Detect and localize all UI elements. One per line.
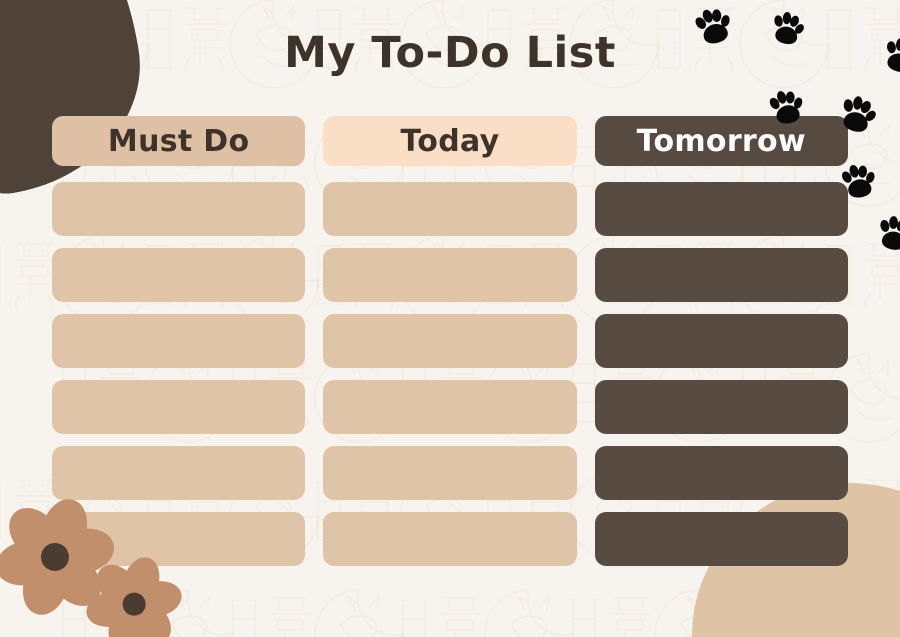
column-tomorrow: Tomorrow [594,116,848,566]
task-row[interactable] [52,248,306,302]
column-header-tomorrow[interactable]: Tomorrow [594,116,848,166]
task-row[interactable] [323,512,577,566]
flower-center [40,542,70,572]
task-row[interactable] [52,380,306,434]
todo-board: Must Do Today Tomorrow [52,116,848,566]
watermark-tile [215,560,425,637]
task-row[interactable] [594,512,848,566]
task-row[interactable] [323,446,577,500]
task-row[interactable] [323,248,577,302]
flower-center [122,592,146,616]
task-row[interactable] [594,248,848,302]
page-title: My To-Do List [284,28,616,78]
watermark-tile [385,560,595,637]
column-today: Today [323,116,577,566]
paw-print-icon [871,211,900,257]
task-row[interactable] [594,380,848,434]
task-row[interactable] [323,182,577,236]
column-header-today[interactable]: Today [323,116,577,166]
task-row[interactable] [52,446,306,500]
task-row[interactable] [594,446,848,500]
paw-print-icon [835,159,880,204]
small-flower [83,552,185,637]
task-row[interactable] [594,182,848,236]
task-row[interactable] [52,182,306,236]
watermark-tile [895,324,900,474]
paw-print-icon [763,85,809,131]
column-must-do: Must Do [52,116,306,566]
task-row[interactable] [323,380,577,434]
column-header-must-do[interactable]: Must Do [52,116,306,166]
task-row[interactable] [52,314,306,368]
todo-list-canvas: My To-Do List Must Do Today Tomorrow [0,0,900,637]
task-row[interactable] [323,314,577,368]
task-row[interactable] [594,314,848,368]
